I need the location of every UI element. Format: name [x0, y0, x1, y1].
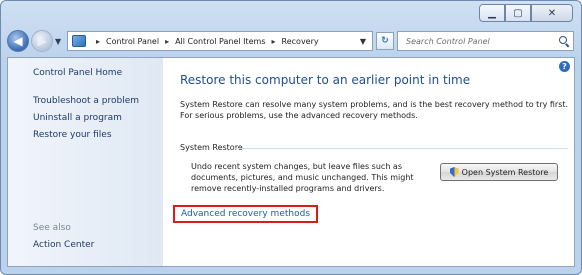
- sidebar-home-link[interactable]: Control Panel Home: [33, 68, 122, 78]
- back-button[interactable]: ◀: [7, 30, 29, 52]
- sidebar-restore-files-link[interactable]: Restore your files: [33, 130, 112, 140]
- search-icon[interactable]: [559, 36, 569, 46]
- recent-pages-button[interactable]: ▼: [55, 37, 61, 46]
- address-bar[interactable]: ▸ Control Panel ▸ All Control Panel Item…: [67, 31, 373, 51]
- address-dropdown-icon[interactable]: ▼: [360, 37, 366, 46]
- shield-icon: [449, 167, 459, 177]
- refresh-icon: ↻: [381, 36, 389, 46]
- breadcrumb-control-panel[interactable]: Control Panel: [106, 37, 159, 46]
- sidebar-action-center-link[interactable]: Action Center: [33, 240, 94, 250]
- see-also-label: See also: [33, 223, 71, 233]
- close-icon: ✕: [547, 7, 557, 19]
- back-arrow-icon: ◀: [13, 34, 23, 48]
- sidebar-troubleshoot-link[interactable]: Troubleshoot a problem: [33, 96, 139, 106]
- help-icon[interactable]: ?: [559, 61, 570, 72]
- forward-button[interactable]: ▶: [31, 30, 53, 52]
- close-button[interactable]: ✕: [531, 4, 573, 22]
- minimize-icon: ▁: [488, 7, 496, 19]
- search-box[interactable]: [397, 31, 574, 51]
- search-input[interactable]: [404, 35, 558, 47]
- chevron-down-icon: ▼: [55, 37, 62, 46]
- minimize-button[interactable]: ▁: [479, 4, 505, 22]
- forward-arrow-icon: ▶: [37, 34, 47, 48]
- navigation-bar: ◀ ▶ ▼ ▸ Control Panel ▸ All Control Pane…: [7, 30, 575, 54]
- refresh-button[interactable]: ↻: [376, 32, 394, 50]
- control-panel-window: ▁ ▢ ✕ ◀ ▶ ▼ ▸ Control Panel ▸ All Contro…: [0, 0, 582, 275]
- section-title: System Restore: [180, 143, 243, 152]
- main-panel: ? Restore this computer to an earlier po…: [163, 58, 574, 266]
- control-panel-icon: [72, 35, 86, 47]
- advanced-recovery-link[interactable]: Advanced recovery methods: [173, 205, 319, 223]
- breadcrumb-arrow-icon[interactable]: ▸: [96, 37, 100, 46]
- page-title: Restore this computer to an earlier poin…: [180, 73, 471, 87]
- breadcrumb-arrow-icon[interactable]: ▸: [165, 37, 169, 46]
- breadcrumb-arrow-icon[interactable]: ▸: [272, 37, 276, 46]
- page-description: System Restore can resolve many system p…: [180, 100, 569, 120]
- breadcrumb-all-items[interactable]: All Control Panel Items: [175, 37, 265, 46]
- maximize-icon: ▢: [513, 7, 523, 19]
- open-system-restore-label: Open System Restore: [461, 167, 549, 177]
- sidebar: Control Panel Home Troubleshoot a proble…: [8, 58, 163, 266]
- caption-buttons: ▁ ▢ ✕: [479, 4, 573, 22]
- open-system-restore-button[interactable]: Open System Restore: [440, 163, 558, 181]
- section-divider: [235, 148, 568, 149]
- sidebar-uninstall-link[interactable]: Uninstall a program: [33, 113, 122, 123]
- breadcrumb-recovery[interactable]: Recovery: [282, 37, 319, 46]
- content-area: Control Panel Home Troubleshoot a proble…: [7, 57, 575, 267]
- maximize-button[interactable]: ▢: [505, 4, 531, 22]
- section-description: Undo recent system changes, but leave fi…: [191, 162, 414, 193]
